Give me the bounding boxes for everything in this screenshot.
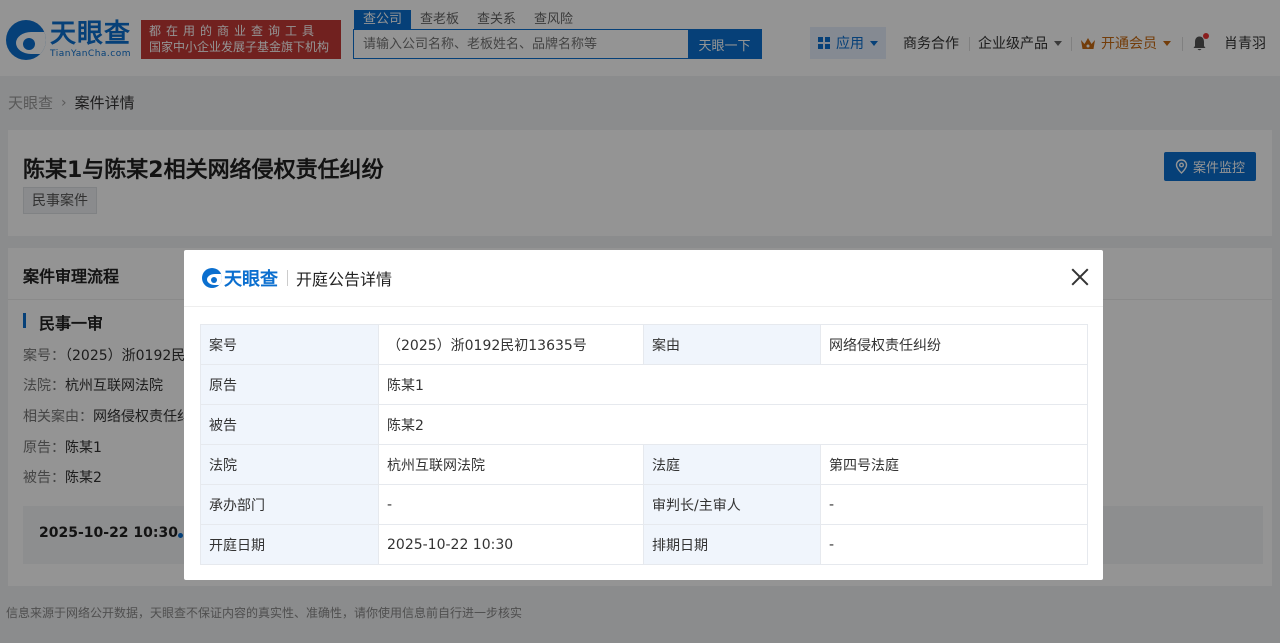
label-schedule-date: 排期日期 — [643, 524, 821, 565]
label-plaintiff: 原告 — [200, 364, 379, 405]
value-plaintiff: 陈某1 — [378, 364, 1088, 405]
value-defendant: 陈某2 — [378, 404, 1088, 445]
table-row: 法院 杭州互联网法院 法庭 第四号法庭 — [200, 444, 1088, 485]
hearing-notice-modal: 天眼查 开庭公告详情 案号 （2025）浙0192民初13635号 案由 网络侵… — [184, 250, 1103, 580]
label-court: 法院 — [200, 444, 379, 485]
table-row: 原告 陈某1 — [200, 364, 1088, 405]
divider — [287, 270, 288, 286]
modal-header: 天眼查 开庭公告详情 — [184, 250, 1103, 307]
close-icon[interactable] — [1071, 268, 1089, 286]
eye-logo-icon — [202, 268, 222, 288]
value-department: - — [378, 484, 644, 525]
label-department: 承办部门 — [200, 484, 379, 525]
value-judge: - — [820, 484, 1088, 525]
table-row: 开庭日期 2025-10-22 10:30 排期日期 - — [200, 524, 1088, 565]
value-hearing-date: 2025-10-22 10:30 — [378, 524, 644, 565]
modal-title: 开庭公告详情 — [296, 270, 393, 289]
value-cause: 网络侵权责任纠纷 — [820, 324, 1088, 365]
value-court: 杭州互联网法院 — [378, 444, 644, 485]
table-row: 承办部门 - 审判长/主审人 - — [200, 484, 1088, 525]
label-case-number: 案号 — [200, 324, 379, 365]
value-schedule-date: - — [820, 524, 1088, 565]
label-hearing-date: 开庭日期 — [200, 524, 379, 565]
hearing-detail-table: 案号 （2025）浙0192民初13635号 案由 网络侵权责任纠纷 原告 陈某… — [200, 324, 1088, 565]
table-row: 案号 （2025）浙0192民初13635号 案由 网络侵权责任纠纷 — [200, 324, 1088, 365]
label-judge: 审判长/主审人 — [643, 484, 821, 525]
value-case-number: （2025）浙0192民初13635号 — [378, 324, 644, 365]
label-courtroom: 法庭 — [643, 444, 821, 485]
label-defendant: 被告 — [200, 404, 379, 445]
value-courtroom: 第四号法庭 — [820, 444, 1088, 485]
label-cause: 案由 — [643, 324, 821, 365]
table-row: 被告 陈某2 — [200, 404, 1088, 445]
modal-logo: 天眼查 — [202, 265, 278, 291]
